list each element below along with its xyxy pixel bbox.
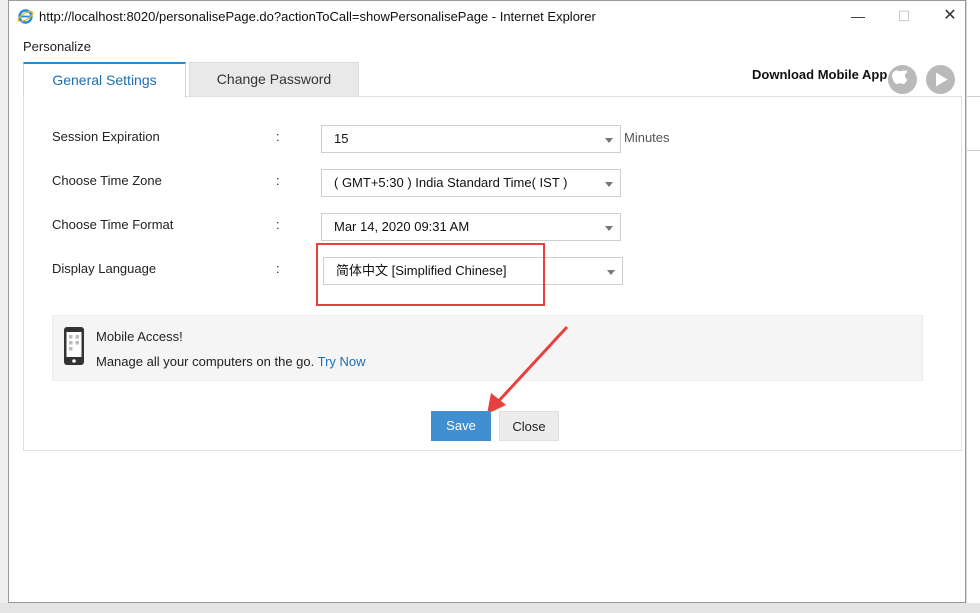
background-divider [967,96,980,97]
close-button[interactable]: Close [499,411,559,441]
time-zone-value: ( GMT+5:30 ) India Standard Time( IST ) [334,175,568,190]
mobile-access-text: Manage all your computers on the go. [96,354,315,369]
session-expiration-select[interactable]: 15 [321,125,621,153]
maximize-icon[interactable]: ☐ [881,1,927,31]
display-language-label: Display Language [52,261,157,276]
chevron-down-icon [605,138,613,143]
background-window-left [0,0,8,613]
background-window-right [966,0,980,613]
minimize-icon[interactable]: — [835,1,881,31]
save-button[interactable]: Save [431,411,491,441]
google-play-icon[interactable] [926,65,955,94]
time-format-label: Choose Time Format [52,217,174,232]
window-title: http://localhost:8020/personalisePage.do… [39,9,596,24]
display-language-select[interactable]: 简体中文 [Simplified Chinese] [323,257,623,285]
separator-colon: : [276,217,280,232]
mobile-access-title: Mobile Access! [96,329,183,344]
display-language-value: 简体中文 [Simplified Chinese] [336,263,507,278]
time-zone-label: Choose Time Zone [52,173,162,188]
close-icon[interactable]: ✕ [927,1,973,31]
separator-colon: : [276,129,280,144]
page-heading: Personalize [23,39,91,54]
background-window-bottom [0,603,980,613]
session-expiration-unit: Minutes [624,130,670,145]
session-expiration-value: 15 [334,131,349,146]
chevron-down-icon [607,270,615,275]
separator-colon: : [276,261,280,276]
background-divider [967,150,980,151]
title-bar[interactable]: http://localhost:8020/personalisePage.do… [9,1,965,33]
mobile-phone-icon [64,327,84,365]
tab-general-settings[interactable]: General Settings [23,62,186,98]
try-now-link[interactable]: Try Now [318,354,366,369]
session-expiration-label: Session Expiration [52,129,160,144]
chevron-down-icon [605,226,613,231]
tab-change-password[interactable]: Change Password [189,62,359,97]
time-zone-select[interactable]: ( GMT+5:30 ) India Standard Time( IST ) [321,169,621,197]
time-format-select[interactable]: Mar 14, 2020 09:31 AM [321,213,621,241]
chevron-down-icon [605,182,613,187]
mobile-access-banner: Mobile Access! Manage all your computers… [52,315,923,381]
internet-explorer-icon [17,9,34,24]
separator-colon: : [276,173,280,188]
time-format-value: Mar 14, 2020 09:31 AM [334,219,470,234]
download-mobile-app-label: Download Mobile App [752,67,888,82]
apple-icon[interactable] [888,65,917,94]
mobile-access-description: Manage all your computers on the go. Try… [96,354,366,369]
ie-popup-window: http://localhost:8020/personalisePage.do… [8,0,966,603]
